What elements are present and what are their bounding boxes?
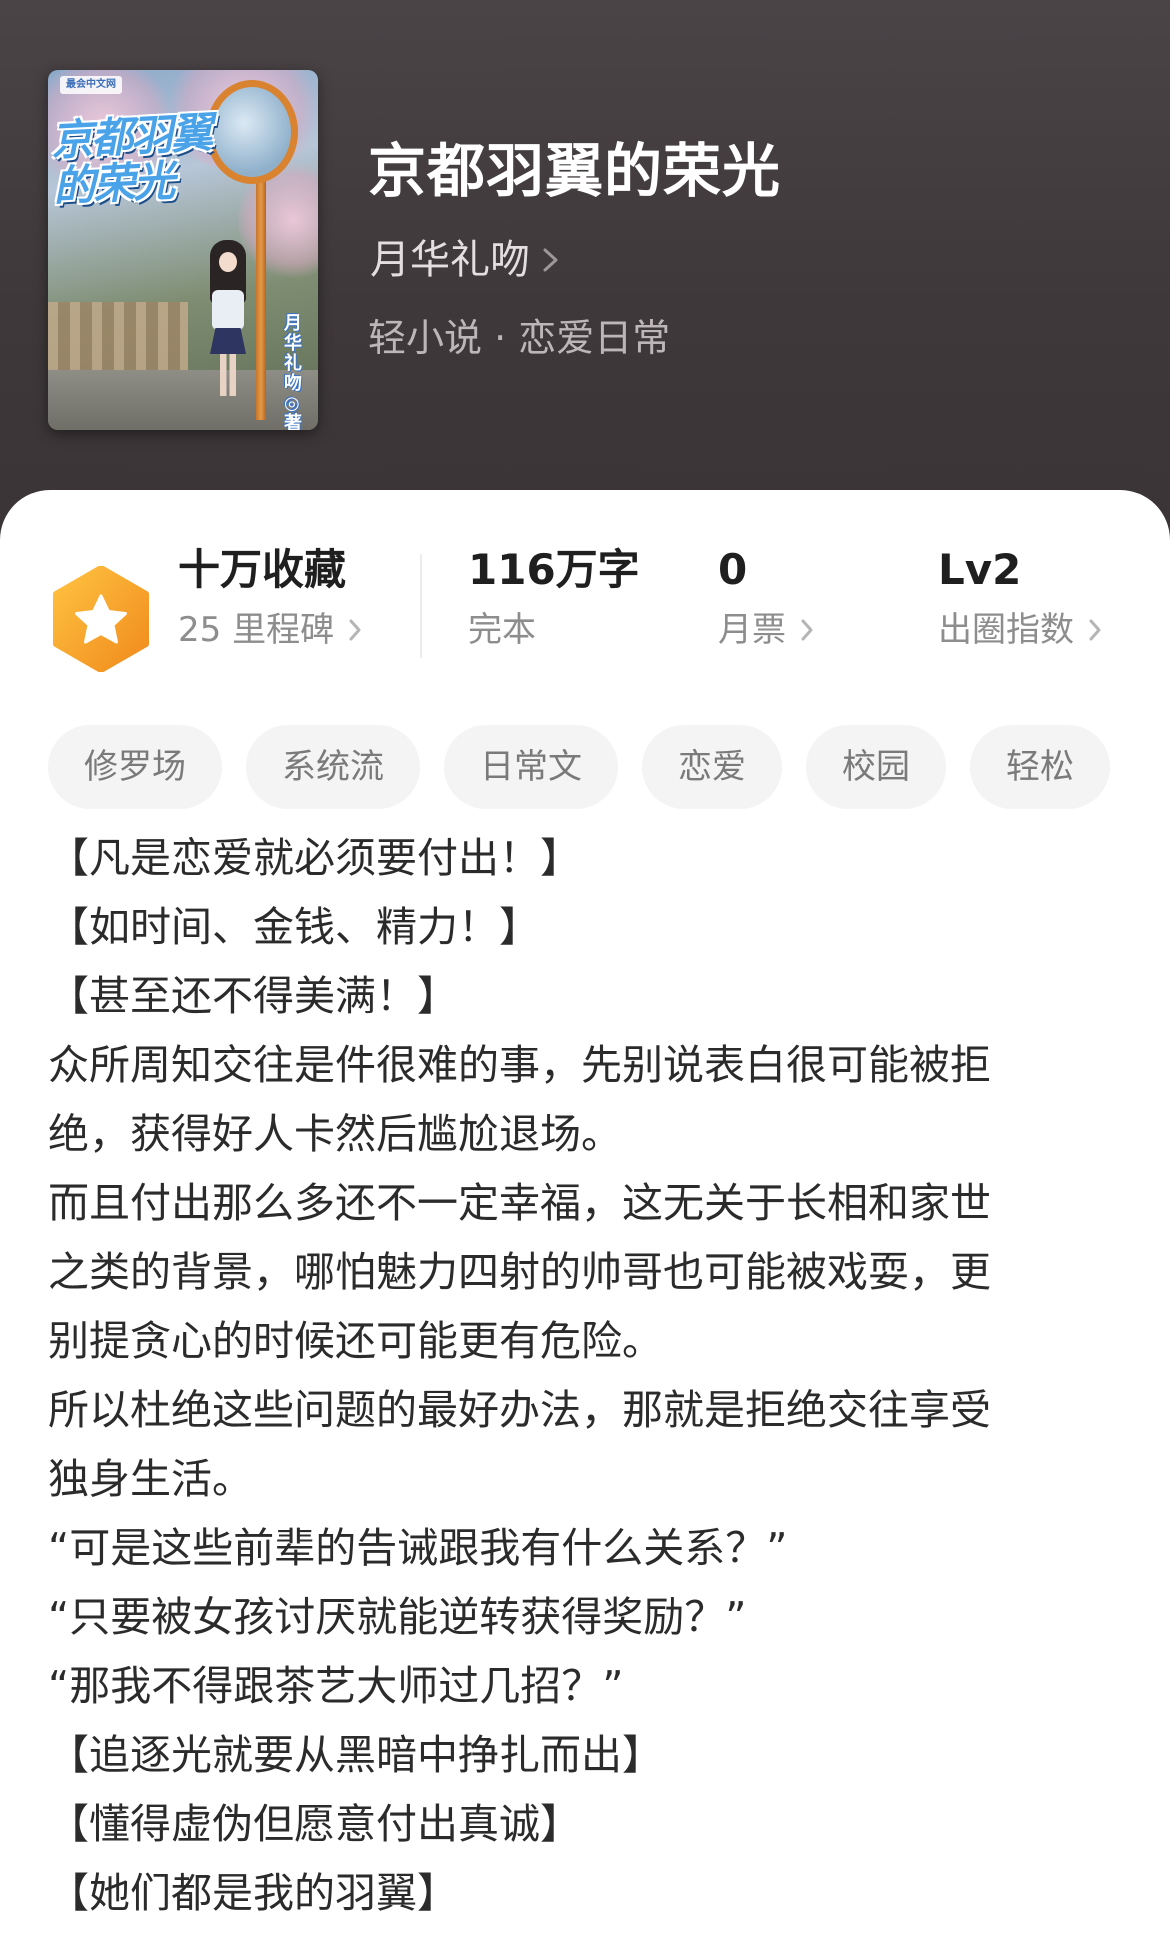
tag-chip[interactable]: 修罗场 xyxy=(48,725,222,809)
tag-chip[interactable]: 轻松 xyxy=(970,725,1110,809)
synopsis-line: 【追逐光就要从黑暗中挣扎而出】 xyxy=(48,1731,663,1779)
book-header: 最会中文网 京都羽翼的荣光 月华礼吻◎著 京都羽翼的荣光 月华礼吻 轻小说 · … xyxy=(0,0,1170,560)
synopsis-line: 众所周知交往是件很难的事，先别说表白很可能被拒 xyxy=(48,1041,991,1089)
tag-chip[interactable]: 校园 xyxy=(806,725,946,809)
book-info-card: 十万收藏 25 里程碑 116万字 完本 0 月票 Lv2 出圈指数 修罗场 系… xyxy=(0,490,1170,1952)
tag-chip[interactable]: 日常文 xyxy=(444,725,618,809)
stat-word-count: 116万字 完本 xyxy=(468,540,640,654)
author-name: 月华礼吻 xyxy=(370,237,530,283)
synopsis-line: 独身生活。 xyxy=(48,1455,253,1503)
cover-author-text: 月华礼吻◎著 xyxy=(284,313,302,431)
stat-monthly-tickets[interactable]: 0 月票 xyxy=(718,540,814,654)
cover-road xyxy=(48,370,318,430)
chevron-right-icon xyxy=(801,619,813,641)
cover-publisher-badge: 最会中文网 xyxy=(60,76,122,94)
book-category: 轻小说 · 恋爱日常 xyxy=(368,316,671,360)
synopsis-line: 所以杜绝这些问题的最好办法，那就是拒绝交往享受 xyxy=(48,1386,991,1434)
cover-character xyxy=(208,240,248,400)
stat-monthly-tickets-label: 月票 xyxy=(718,610,786,650)
synopsis-line: “那我不得跟茶艺大师过几招？” xyxy=(48,1662,624,1710)
book-title: 京都羽翼的荣光 xyxy=(368,137,782,205)
book-cover[interactable]: 最会中文网 京都羽翼的荣光 月华礼吻◎著 xyxy=(48,70,318,430)
stat-collection-label: 25 里程碑 xyxy=(178,610,335,650)
tag-list: 修罗场 系统流 日常文 恋爱 校园 轻松 xyxy=(48,725,1170,809)
synopsis-line: 【她们都是我的羽翼】 xyxy=(48,1869,458,1917)
chevron-right-icon xyxy=(1089,619,1101,641)
tag-chip[interactable]: 系统流 xyxy=(246,725,420,809)
stat-collection[interactable]: 十万收藏 25 里程碑 xyxy=(178,540,362,654)
stat-popularity-index[interactable]: Lv2 出圈指数 xyxy=(938,540,1102,654)
synopsis-line: “只要被女孩讨厌就能逆转获得奖励？” xyxy=(48,1593,747,1641)
star-medal-icon xyxy=(53,566,149,672)
synopsis-line: 【凡是恋爱就必须要付出！】 xyxy=(48,834,581,882)
stat-collection-value: 十万收藏 xyxy=(178,545,347,594)
stat-popularity-index-label: 出圈指数 xyxy=(938,610,1074,650)
synopsis-line: “可是这些前辈的告诫跟我有什么关系？” xyxy=(48,1524,788,1572)
stat-word-count-label: 完本 xyxy=(468,610,536,650)
stats-divider xyxy=(420,554,422,658)
synopsis-line: 别提贪心的时候还可能更有危险。 xyxy=(48,1317,663,1365)
book-detail-page: 最会中文网 京都羽翼的荣光 月华礼吻◎著 京都羽翼的荣光 月华礼吻 轻小说 · … xyxy=(0,0,1170,1952)
chevron-right-icon xyxy=(349,619,361,641)
stats-bar: 十万收藏 25 里程碑 116万字 完本 0 月票 Lv2 出圈指数 xyxy=(0,540,1170,672)
synopsis-line: 【如时间、金钱、精力！】 xyxy=(48,903,540,951)
tag-chip[interactable]: 恋爱 xyxy=(642,725,782,809)
synopsis-line: 而且付出那么多还不一定幸福，这无关于长相和家世 xyxy=(48,1179,991,1227)
cover-mirror xyxy=(206,80,298,184)
cover-title-text: 京都羽翼的荣光 xyxy=(49,107,212,212)
synopsis-line: 【甚至还不得美满！】 xyxy=(48,972,458,1020)
chevron-right-icon xyxy=(543,248,558,272)
synopsis-line: 之类的背景，哪怕魅力四射的帅哥也可能被戏耍，更 xyxy=(48,1248,991,1296)
synopsis-line: 绝，获得好人卡然后尴尬退场。 xyxy=(48,1110,622,1158)
synopsis-line: 【懂得虚伪但愿意付出真诚】 xyxy=(48,1800,581,1848)
stat-popularity-index-value: Lv2 xyxy=(938,545,1022,594)
stat-word-count-value: 116万字 xyxy=(468,545,640,594)
author-link[interactable]: 月华礼吻 xyxy=(370,232,560,288)
stat-monthly-tickets-value: 0 xyxy=(718,545,748,594)
book-synopsis[interactable]: 【凡是恋爱就必须要付出！】 【如时间、金钱、精力！】 【甚至还不得美满！】 众所… xyxy=(48,824,1128,1928)
